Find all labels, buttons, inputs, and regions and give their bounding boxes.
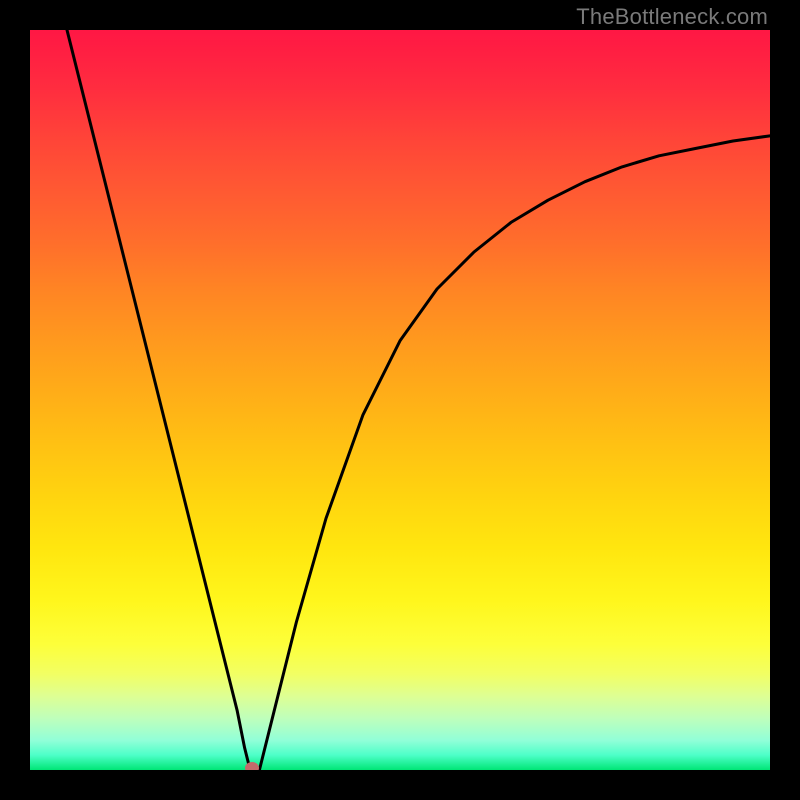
watermark-text: TheBottleneck.com [576, 4, 768, 30]
bottleneck-curve [30, 30, 770, 770]
plot-area [30, 30, 770, 770]
chart-frame: TheBottleneck.com [0, 0, 800, 800]
minimum-marker [245, 762, 259, 770]
